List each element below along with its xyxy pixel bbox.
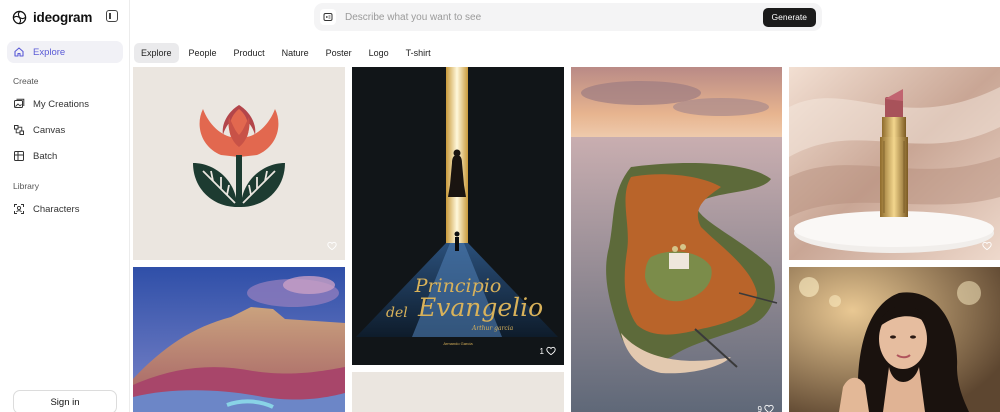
images-icon [14,98,25,108]
sidebar-item-label: Explore [33,46,66,58]
tab-poster[interactable]: Poster [319,43,359,63]
characters-icon [14,204,24,214]
main-content: Generate Explore People Product Nature P… [131,0,1000,412]
tab-logo[interactable]: Logo [362,43,396,63]
tab-nature[interactable]: Nature [275,43,316,63]
heart-icon [327,241,337,251]
sidebar-toggle-icon[interactable] [106,10,118,22]
prompt-input[interactable] [345,11,763,23]
canvas-icon [14,125,24,135]
gallery-card-portrait[interactable] [789,267,1000,412]
category-tabs: Explore People Product Nature Poster Log… [134,42,441,63]
like-button[interactable] [327,241,337,251]
sign-in-button[interactable]: Sign in [13,390,117,412]
gallery-card-poster[interactable]: Principio del Evangelio Arthur garcia Ar… [352,67,564,365]
gallery-card-flower-logo[interactable] [133,67,345,260]
like-button[interactable]: 1 [540,346,556,356]
flower-logo-image [193,105,285,207]
sidebar-item-label: Canvas [33,124,66,136]
app-root: ideogram Explore Create My Creations Can… [0,0,1000,412]
poster-title-line3: Evangelio [418,293,544,322]
heart-icon [546,346,556,356]
logo-icon [12,10,27,24]
prompt-settings-icon[interactable] [320,9,336,25]
sidebar: ideogram Explore Create My Creations Can… [0,0,130,412]
aerial-lake-image [571,67,782,412]
sidebar-item-label: My Creations [33,98,89,110]
heart-icon [764,404,774,412]
generate-button[interactable]: Generate [762,7,816,27]
tab-explore[interactable]: Explore [134,42,179,63]
sidebar-item-canvas[interactable]: Canvas [7,119,123,141]
tab-product[interactable]: Product [227,43,272,63]
tab-people[interactable]: People [182,43,224,63]
sidebar-item-explore[interactable]: Explore [7,41,123,63]
desert-landscape-image [133,267,345,412]
like-count: 9 [757,404,762,412]
gallery-card-placeholder[interactable] [352,372,564,412]
tab-t-shirt[interactable]: T-shirt [399,43,438,63]
section-library: Library [13,181,39,191]
prompt-bar: Generate [314,3,822,31]
brand-name: ideogram [33,9,93,25]
lipstick-image [789,67,1000,260]
like-count: 1 [539,346,544,356]
sidebar-item-label: Characters [33,203,80,215]
like-button[interactable] [982,241,992,251]
section-create: Create [13,76,39,86]
poster-subtitle: Arthur garcia [472,325,514,332]
poster-author: Armando García [443,341,473,346]
gallery-card-lipstick[interactable] [789,67,1000,260]
sidebar-item-my-creations[interactable]: My Creations [7,93,123,115]
gallery-card-desert-landscape[interactable] [133,267,345,412]
gallery-card-aerial-lake[interactable]: 9 [571,67,782,412]
like-button[interactable]: 9 [758,404,774,412]
sidebar-item-characters[interactable]: Characters [7,198,123,220]
home-icon [14,47,24,57]
batch-icon [14,151,24,161]
poster-title-line2: del [386,305,408,321]
brand-logo[interactable]: ideogram [12,8,92,26]
portrait-image [789,267,1000,412]
sidebar-item-label: Batch [33,150,58,162]
sidebar-item-batch[interactable]: Batch [7,145,123,167]
heart-icon [982,241,992,251]
